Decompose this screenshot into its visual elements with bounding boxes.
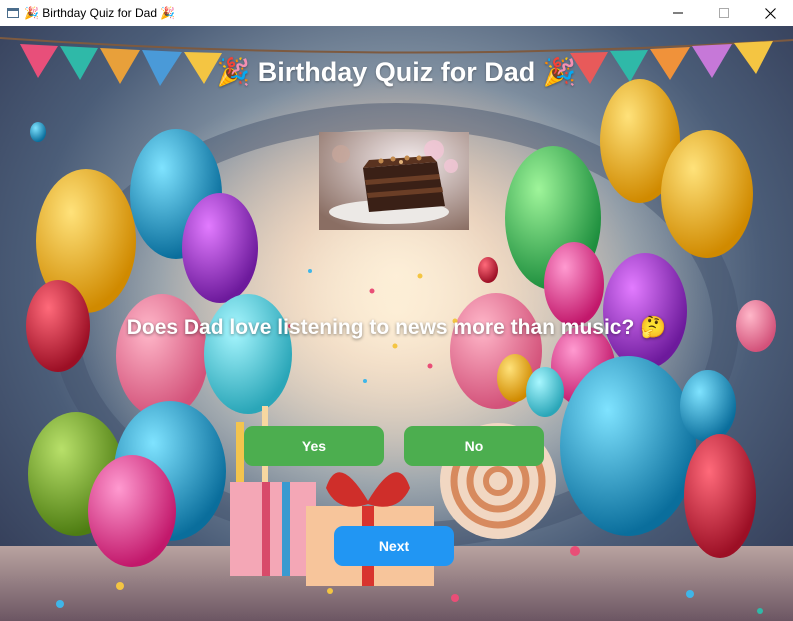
window-controls [655,0,793,26]
cake-image [319,132,469,230]
question-text: Does Dad love listening to news more tha… [126,316,667,339]
close-button[interactable] [747,0,793,26]
maximize-icon [719,8,729,18]
next-button[interactable]: Next [334,526,454,566]
minimize-button[interactable] [655,0,701,26]
app-window: 🎉 Birthday Quiz for Dad 🎉 🎉 Birthday Qui… [0,0,793,621]
no-button[interactable]: No [404,426,544,466]
quiz-content: 🎉 Birthday Quiz for Dad 🎉 Does Dad love … [0,26,793,621]
title-bar: 🎉 Birthday Quiz for Dad 🎉 [0,0,793,26]
yes-button[interactable]: Yes [244,426,384,466]
window-title: 🎉 Birthday Quiz for Dad 🎉 [24,6,176,20]
quiz-title: 🎉 Birthday Quiz for Dad 🎉 [216,57,577,87]
maximize-button[interactable] [701,0,747,26]
close-icon [764,7,776,19]
minimize-icon [673,12,683,14]
app-icon [6,6,20,20]
